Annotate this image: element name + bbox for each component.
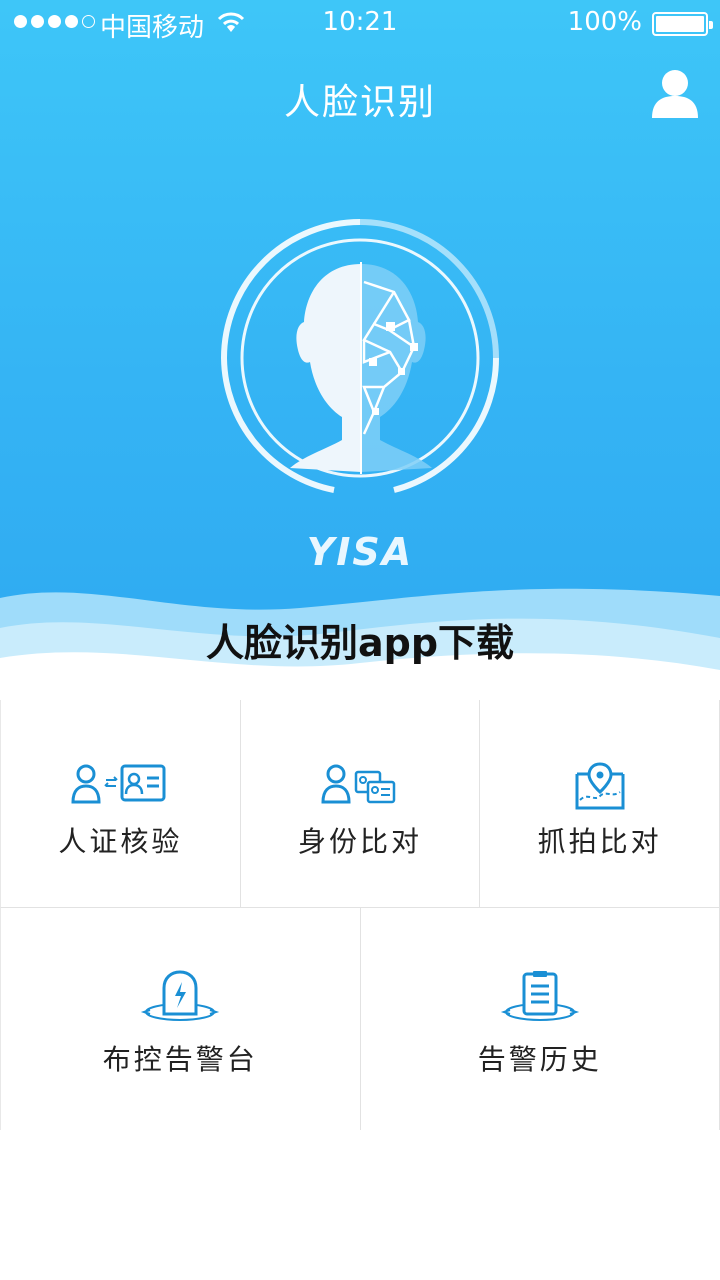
id-verify-icon (71, 764, 166, 804)
menu-item-capture-compare[interactable]: 抓拍比对 (480, 700, 720, 908)
identity-compare-icon (321, 764, 396, 804)
menu-item-id-verify[interactable]: 人证核验 (0, 700, 241, 908)
menu-item-alarm-console[interactable]: 布控告警台 (0, 908, 361, 1130)
page-title: 人脸识别 (283, 82, 436, 123)
battery-icon (652, 12, 713, 36)
alarm-history-icon (500, 971, 579, 1021)
menu-item-label: 布控告警台 (102, 1043, 258, 1076)
menu-item-label: 抓拍比对 (537, 825, 662, 858)
user-profile-button[interactable] (650, 68, 700, 122)
menu-item-label: 告警历史 (477, 1043, 602, 1076)
status-bar: 中国移动 10:21 100% (0, 0, 720, 46)
menu-item-alarm-history[interactable]: 告警历史 (361, 908, 720, 1130)
hero-banner: 中国移动 10:21 100% 人脸识别 YISA 人脸识别app下载 (0, 0, 720, 690)
capture-compare-icon (575, 762, 625, 810)
menu-item-identity-compare[interactable]: 身份比对 (240, 700, 481, 908)
menu-item-label: 人证核验 (58, 825, 183, 858)
brand-logo: YISA (306, 530, 414, 574)
battery-percent: 100% (567, 7, 642, 37)
alarm-console-icon (141, 970, 220, 1021)
watermark-text: 人脸识别app下载 (205, 621, 515, 665)
user-icon (652, 70, 698, 118)
face-recognition-illustration (214, 212, 506, 504)
menu-item-label: 身份比对 (298, 825, 423, 858)
